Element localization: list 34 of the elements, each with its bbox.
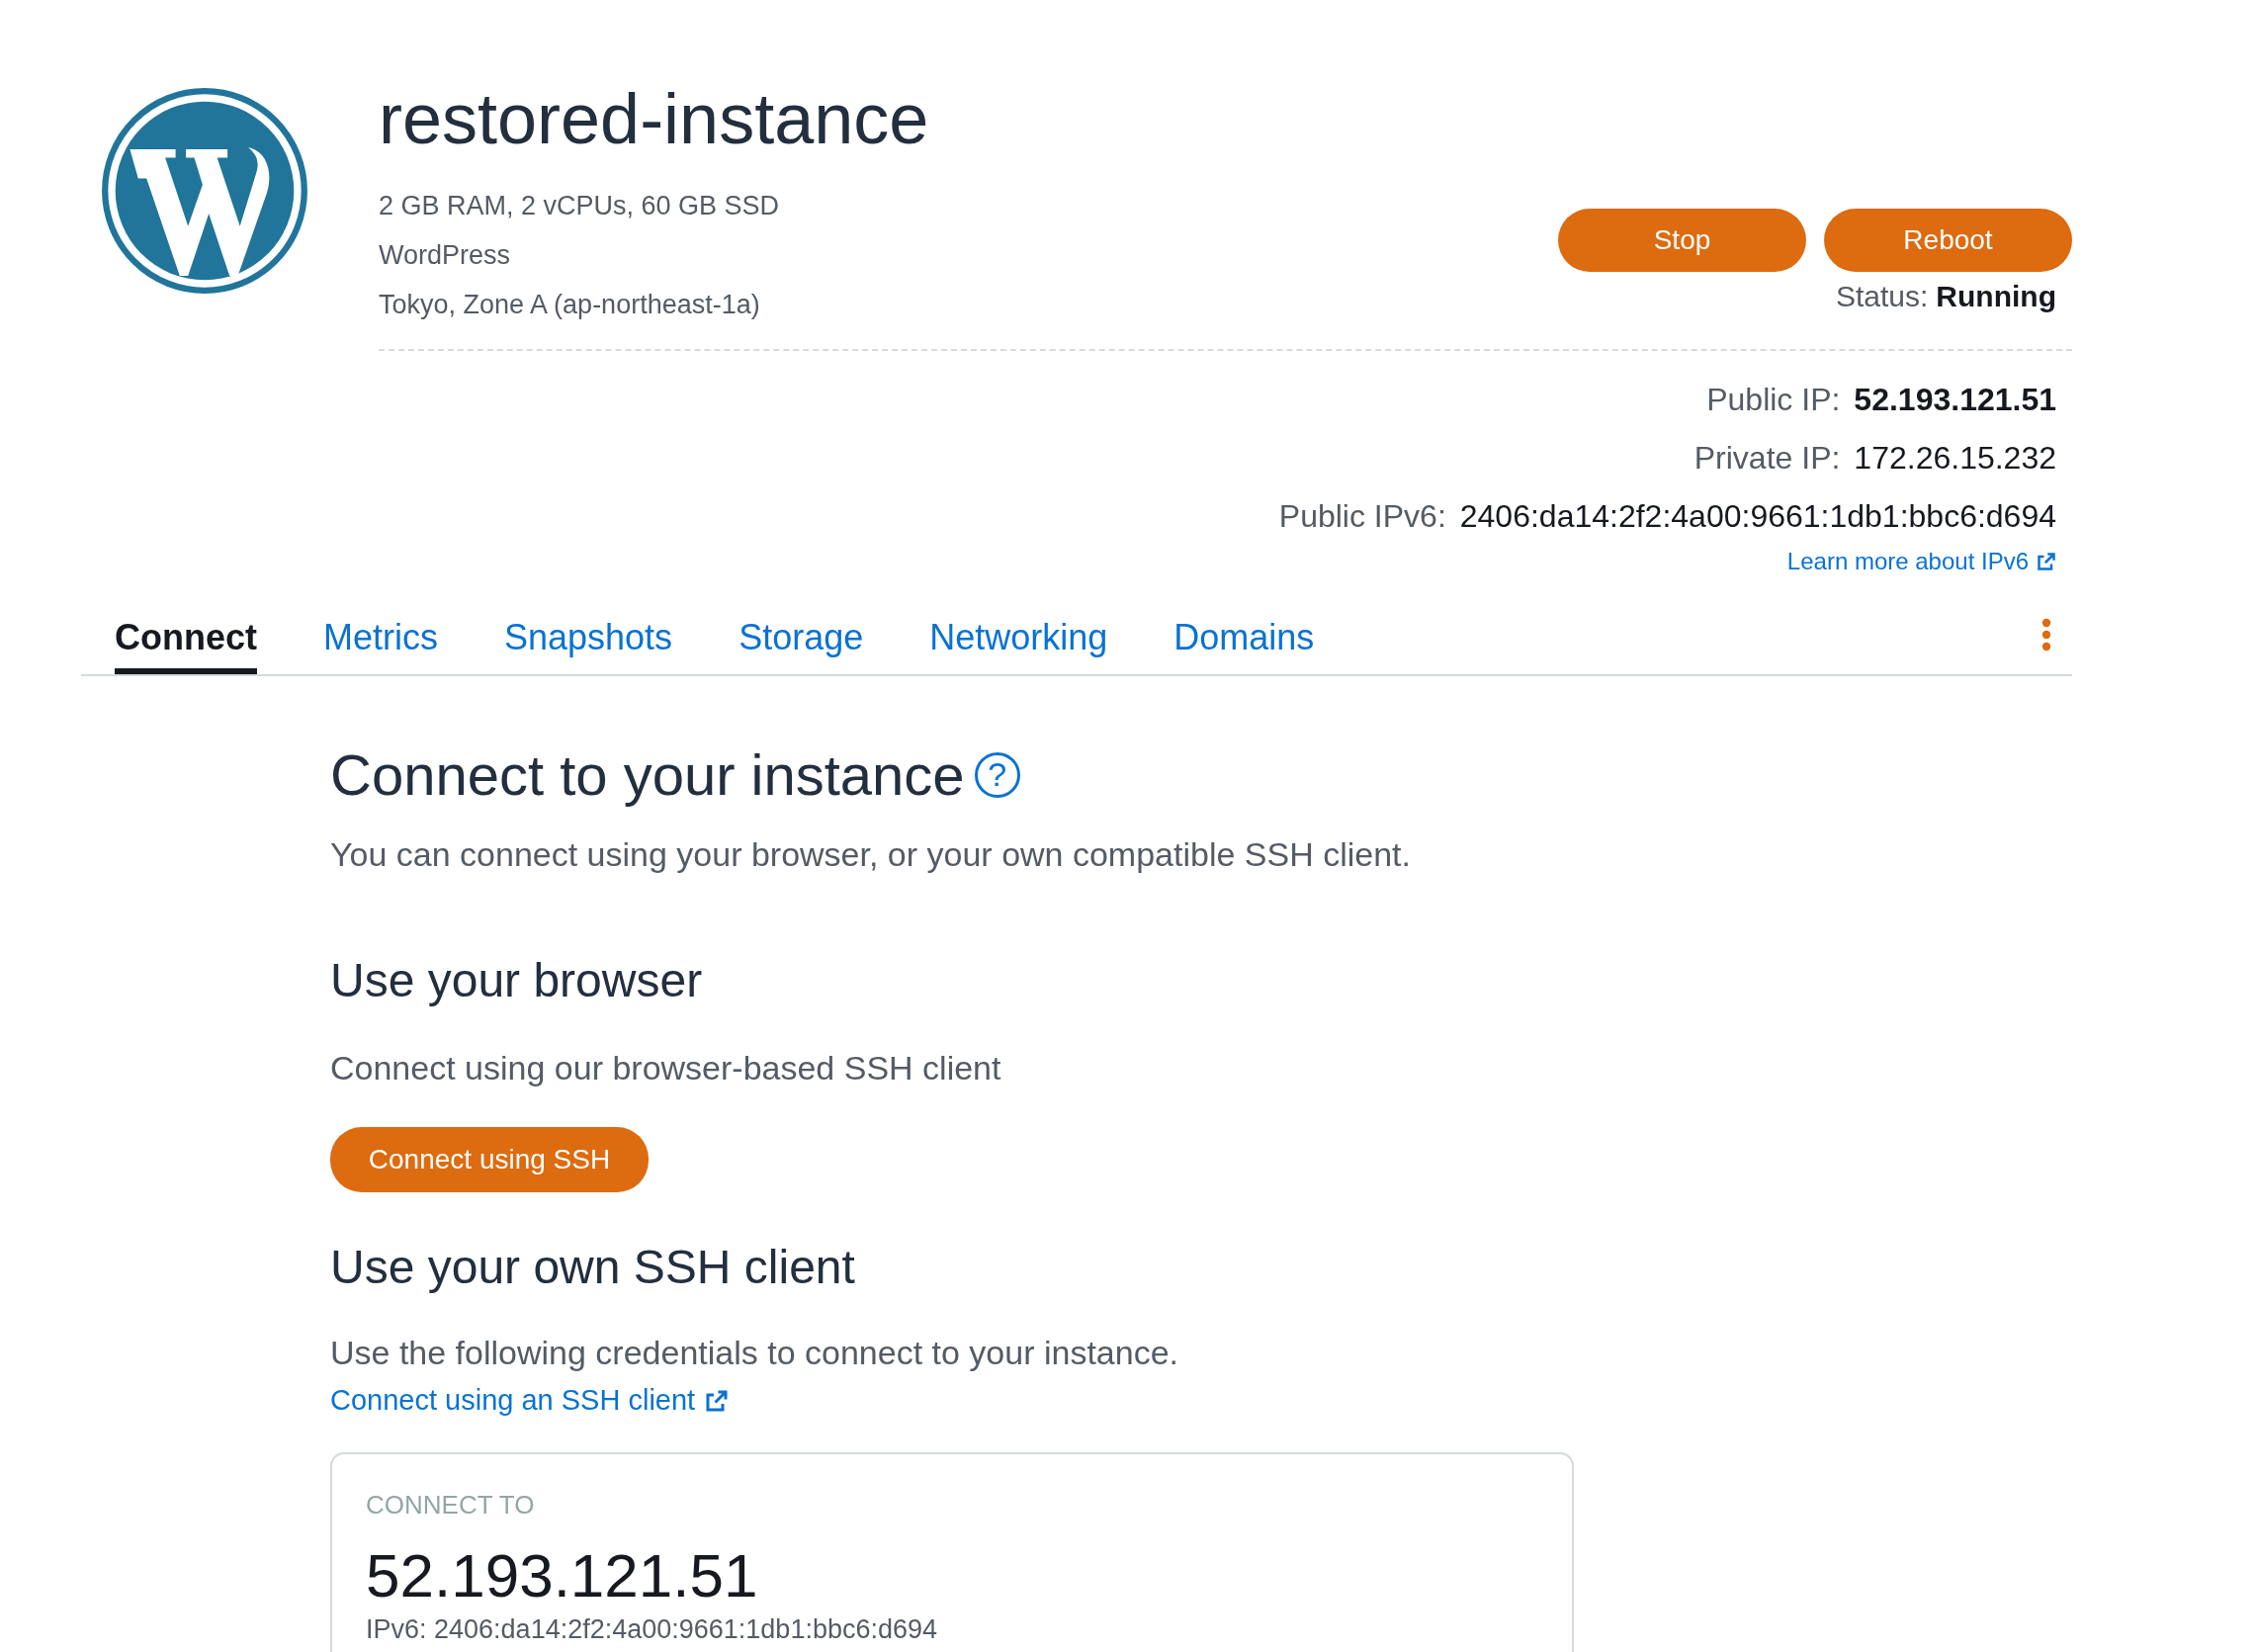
address-value: 2406:da14:2f2:4a00:9661:1db1:bbc6:d694 bbox=[1459, 498, 2056, 534]
ip-address: 52.193.121.51 bbox=[366, 1540, 759, 1610]
status-value: Running bbox=[1936, 280, 2056, 312]
instance-detail: WordPress bbox=[379, 239, 512, 272]
address-label: Public IP: bbox=[1706, 382, 1841, 417]
connect-button[interactable]: Connect using SSH bbox=[330, 1127, 649, 1192]
link[interactable]: Learn more about IPv6 bbox=[1786, 548, 2056, 575]
description: Connect using our browser-based SSH client bbox=[330, 1049, 1001, 1087]
card-label: CONNECT TO bbox=[366, 1490, 536, 1521]
address-value: 52.193.121.51 bbox=[1854, 382, 2056, 417]
tab[interactable]: Networking bbox=[929, 603, 1108, 674]
more-menu-icon[interactable] bbox=[2041, 617, 2052, 652]
section-heading: Connect to your instance bbox=[330, 741, 965, 808]
instance-detail: Tokyo, Zone A (ap-northeast-1a) bbox=[379, 289, 761, 321]
action-button[interactable]: Stop bbox=[1558, 209, 1806, 272]
section-heading: Use your browser bbox=[330, 953, 703, 1007]
tab[interactable]: Domains bbox=[1173, 603, 1315, 674]
description: You can connect using your browser, or your own compatible SSH client. bbox=[330, 835, 1411, 874]
address-label: Private IP: bbox=[1694, 440, 1841, 476]
address-label: Public IPv6: bbox=[1278, 498, 1446, 534]
tab[interactable]: Storage bbox=[738, 603, 864, 674]
ipv6-address: IPv6: 2406:da14:2f2:4a00:9661:1db1:bbc6:d694 bbox=[366, 1614, 938, 1645]
tab[interactable]: Connect bbox=[115, 603, 257, 674]
help-icon[interactable]: ? bbox=[974, 751, 1020, 798]
tab[interactable]: Snapshots bbox=[504, 603, 673, 674]
section-heading: Use your own SSH client bbox=[330, 1240, 855, 1294]
description: Use the following credentials to connect to your instance. bbox=[330, 1334, 1179, 1372]
instance-detail: 2 GB RAM, 2 vCPUs, 60 GB SSD bbox=[379, 190, 781, 222]
link[interactable]: Connect using an SSH client bbox=[330, 1384, 730, 1417]
tab[interactable]: Metrics bbox=[323, 603, 438, 674]
status-label: Status: bbox=[1835, 280, 1929, 312]
address-value: 172.26.15.232 bbox=[1854, 440, 2056, 476]
instance-name: restored-instance bbox=[379, 78, 929, 160]
action-button[interactable]: Reboot bbox=[1824, 209, 2072, 272]
